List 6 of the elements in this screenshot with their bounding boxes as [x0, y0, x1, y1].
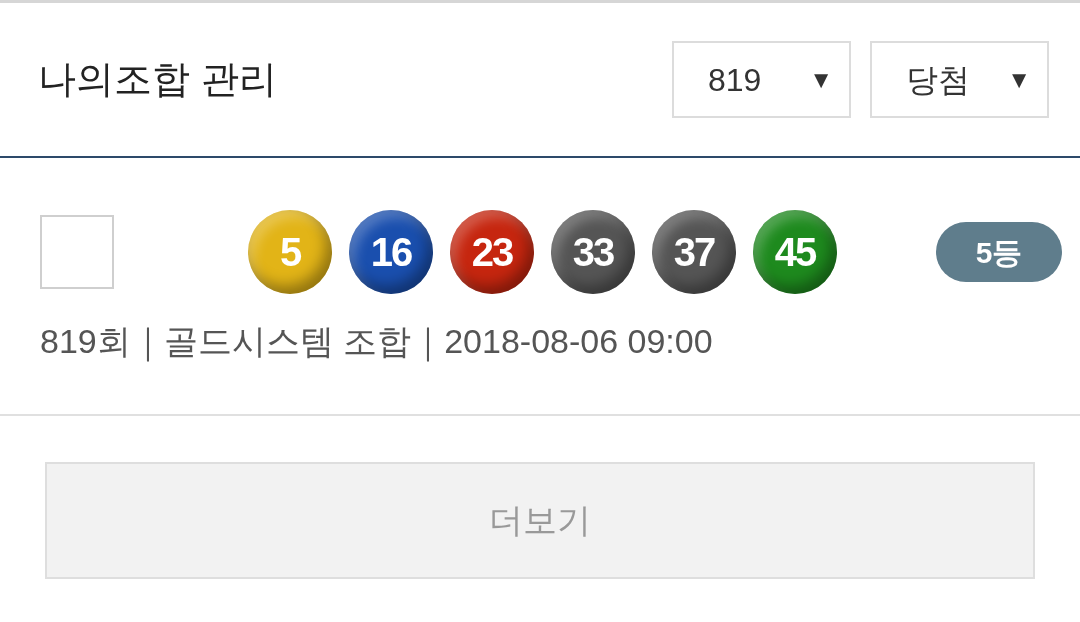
- dropdown[interactable]: 819 ▼: [672, 41, 851, 118]
- checkbox[interactable]: [40, 215, 114, 289]
- combination-info: 819회｜골드시스템 조합｜2018-08-06 09:00: [40, 321, 714, 364]
- page-title: 나의조합 관리: [38, 57, 277, 102]
- dropdown[interactable]: 당첨 ▼: [870, 41, 1049, 118]
- rank-badge: 5등: [936, 222, 1062, 282]
